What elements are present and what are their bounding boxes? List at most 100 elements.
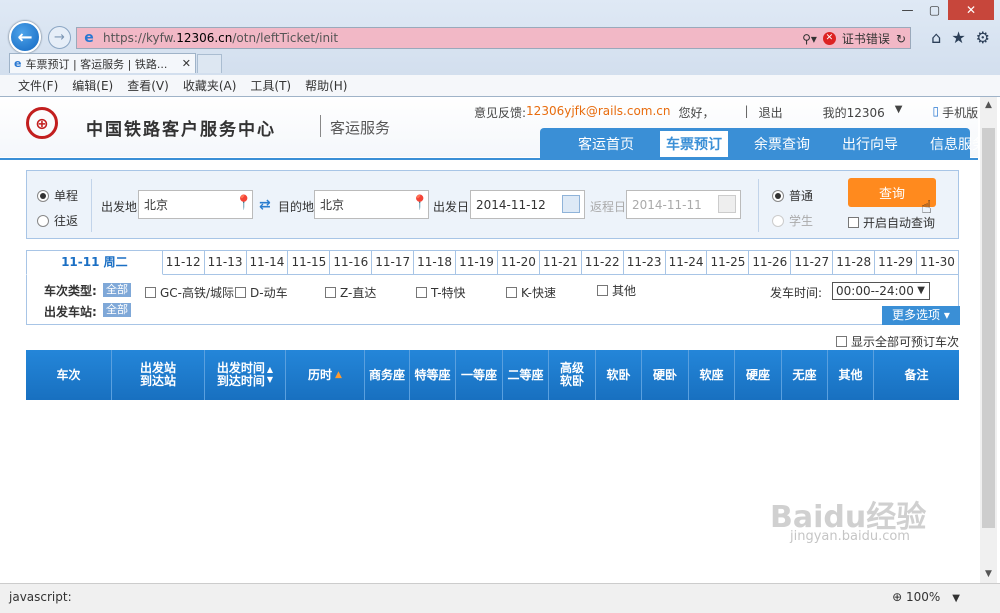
col-stations[interactable]: 出发站 到达站 xyxy=(112,350,205,400)
tab-close-icon[interactable]: ✕ xyxy=(182,57,191,70)
date-tab[interactable]: 11-30 xyxy=(917,250,959,275)
date-tab[interactable]: 11-22 xyxy=(581,250,624,275)
baidu-watermark-url: jingyan.baidu.com xyxy=(790,529,910,544)
home-icon[interactable]: ⌂ xyxy=(931,28,941,47)
date-tab[interactable]: 11-18 xyxy=(414,250,457,275)
refresh-icon[interactable]: ↻ xyxy=(896,32,906,46)
new-tab-button[interactable] xyxy=(197,54,222,73)
from-station-input[interactable]: 北京 📍 xyxy=(138,190,253,219)
depart-date-input[interactable]: 2014-11-12 xyxy=(470,190,585,219)
date-tab[interactable]: 11-24 xyxy=(665,250,708,275)
close-window-button[interactable]: ✕ xyxy=(948,0,994,20)
nav-underline xyxy=(0,158,978,160)
feedback-email-link[interactable]: 12306yjfk@rails.com.cn xyxy=(526,104,670,121)
show-all-trains-checkbox[interactable]: 显示全部可预订车次 xyxy=(836,333,959,350)
date-tab[interactable]: 11-15 xyxy=(288,250,331,275)
date-tab[interactable]: 11-23 xyxy=(623,250,666,275)
url-text[interactable]: https://kyfw.12306.cn/otn/leftTicket/ini… xyxy=(103,31,338,45)
train-type-all-button[interactable]: 全部 xyxy=(103,283,131,297)
date-tab[interactable]: 11-19 xyxy=(456,250,498,275)
student-ticket-radio[interactable]: 学生 xyxy=(772,212,813,229)
nav-remaining-tickets[interactable]: 余票查询 xyxy=(748,131,816,157)
nav-travel-guide[interactable]: 出行向导 xyxy=(836,131,904,157)
nav-home[interactable]: 客运首页 xyxy=(572,131,640,157)
calendar-icon[interactable] xyxy=(562,195,580,213)
type-t-checkbox[interactable]: T-特快 xyxy=(416,284,466,301)
page-content: ⊕ 中国铁路客户服务中心 客运服务 意见反馈: 12306yjfk@rails.… xyxy=(0,97,978,583)
scroll-up-arrow-icon[interactable]: ▲ xyxy=(980,97,997,114)
menu-favorites[interactable]: 收藏夹(A) xyxy=(183,77,237,94)
to-station-input[interactable]: 北京 📍 xyxy=(314,190,429,219)
site-logo-text[interactable]: 中国铁路客户服务中心 xyxy=(86,115,276,140)
round-trip-radio[interactable]: 往返 xyxy=(37,212,78,229)
date-tab[interactable]: 11-16 xyxy=(330,250,373,275)
date-tab[interactable]: 11-25 xyxy=(707,250,750,275)
my12306-menu[interactable]: 我的12306 xyxy=(823,104,885,121)
station-all-button[interactable]: 全部 xyxy=(103,303,131,317)
swap-stations-icon[interactable]: ⇄ xyxy=(259,197,271,213)
auto-query-checkbox[interactable]: 开启自动查询 xyxy=(848,214,935,231)
cert-error-icon[interactable]: ✕ xyxy=(822,32,836,45)
railway-logo-icon[interactable]: ⊕ xyxy=(26,107,58,139)
menu-tools[interactable]: 工具(T) xyxy=(250,77,291,94)
back-button[interactable]: ← xyxy=(9,21,41,53)
date-tab[interactable]: 11-27 xyxy=(791,250,834,275)
maximize-button[interactable]: ▢ xyxy=(921,0,948,20)
calendar-icon[interactable] xyxy=(718,195,736,213)
date-tab[interactable]: 11-11 周二 xyxy=(26,250,163,275)
cert-error-label[interactable]: 证书错误 xyxy=(842,30,890,47)
col-times[interactable]: 出发时间 到达时间 ▲ ▼ xyxy=(205,350,286,400)
vertical-scrollbar[interactable]: ▲ ▼ xyxy=(980,97,997,583)
nav-ticket-booking[interactable]: 车票预订 xyxy=(660,130,728,157)
type-k-checkbox[interactable]: K-快速 xyxy=(506,284,556,301)
date-tab[interactable]: 11-12 xyxy=(162,250,205,275)
date-tab[interactable]: 11-21 xyxy=(539,250,582,275)
zoom-control[interactable]: ⊕ 100% ▼ xyxy=(892,590,960,604)
address-bar[interactable]: e https://kyfw.12306.cn/otn/leftTicket/i… xyxy=(76,27,911,49)
menu-file[interactable]: 文件(F) xyxy=(18,77,58,94)
col-duration[interactable]: 历时 ▲ xyxy=(286,350,365,400)
date-tab[interactable]: 11-29 xyxy=(875,250,918,275)
settings-gear-icon[interactable]: ⚙ xyxy=(976,28,990,47)
type-gc-checkbox[interactable]: GC-高铁/城际 xyxy=(145,284,234,301)
browser-tab[interactable]: e 车票预订 | 客运服务 | 铁路... ✕ xyxy=(9,53,196,73)
date-tab[interactable]: 11-14 xyxy=(246,250,289,275)
chevron-down-icon[interactable]: ▼ xyxy=(895,104,903,121)
nav-info-service[interactable]: 信息服务 xyxy=(924,131,978,157)
menu-edit[interactable]: 编辑(E) xyxy=(72,77,113,94)
toolbar-icons: ⌂ ★ ⚙ xyxy=(931,28,990,47)
col-soft-sleeper: 软卧 xyxy=(596,350,642,400)
depart-time-select[interactable]: 00:00--24:00 ▼ xyxy=(832,282,930,300)
type-d-checkbox[interactable]: D-动车 xyxy=(235,284,288,301)
ie-tab-icon: e xyxy=(14,57,22,70)
type-other-checkbox[interactable]: 其他 xyxy=(597,282,636,299)
normal-ticket-radio[interactable]: 普通 xyxy=(772,187,813,204)
date-tab[interactable]: 11-13 xyxy=(204,250,247,275)
mobile-version-link[interactable]: 手机版 xyxy=(942,104,978,121)
more-options-button[interactable]: 更多选项 ▾ xyxy=(882,306,960,325)
return-date-label: 返程日 xyxy=(590,200,627,214)
search-icon[interactable]: ⚲▾ xyxy=(802,32,817,46)
menu-view[interactable]: 查看(V) xyxy=(127,77,169,94)
checkbox-icon xyxy=(325,287,336,298)
minimize-button[interactable]: — xyxy=(894,0,921,20)
date-tab[interactable]: 11-28 xyxy=(833,250,876,275)
menu-help[interactable]: 帮助(H) xyxy=(305,77,347,94)
forward-button[interactable]: → xyxy=(48,26,71,49)
date-tab[interactable]: 11-17 xyxy=(372,250,415,275)
location-pin-icon[interactable]: 📍 xyxy=(411,195,428,214)
sort-up-icon: ▲ xyxy=(335,369,342,380)
col-premium: 特等座 xyxy=(410,350,456,400)
scroll-thumb[interactable] xyxy=(982,128,995,528)
return-date-input[interactable]: 2014-11-11 xyxy=(626,190,741,219)
checkbox-icon xyxy=(506,287,517,298)
scroll-down-arrow-icon[interactable]: ▼ xyxy=(980,566,997,583)
one-way-radio[interactable]: 单程 xyxy=(37,187,78,204)
favorites-star-icon[interactable]: ★ xyxy=(951,28,965,47)
status-bar: javascript: ⊕ 100% ▼ xyxy=(0,583,1000,613)
date-tab[interactable]: 11-20 xyxy=(497,250,540,275)
type-z-checkbox[interactable]: Z-直达 xyxy=(325,284,376,301)
logout-link[interactable]: 退出 xyxy=(759,104,783,121)
date-tab[interactable]: 11-26 xyxy=(749,250,792,275)
location-pin-icon[interactable]: 📍 xyxy=(235,195,252,214)
